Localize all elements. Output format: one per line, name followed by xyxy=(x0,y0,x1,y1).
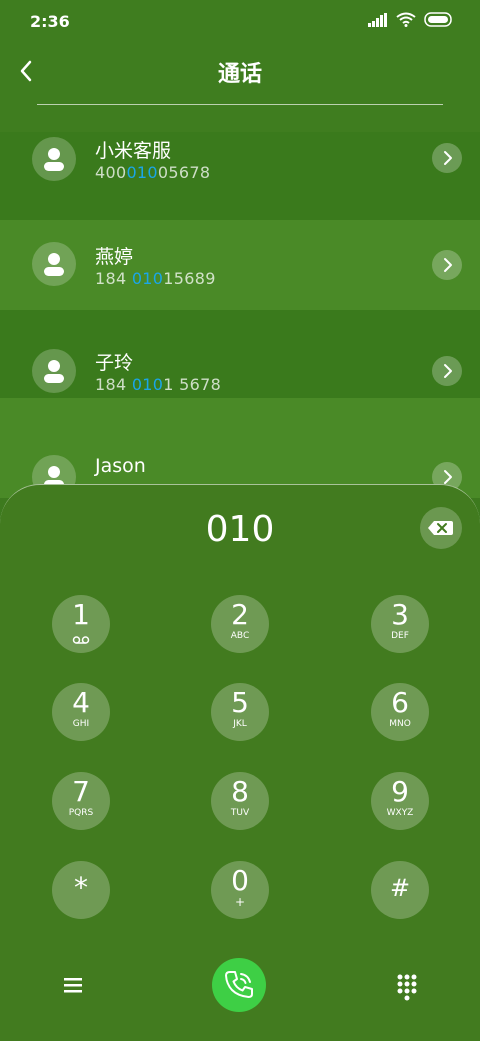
backspace-icon xyxy=(428,521,453,535)
dial-input: 010 xyxy=(205,509,275,550)
key-8[interactable]: 8 TUV xyxy=(211,772,269,830)
contact-row[interactable]: 子玲 184 0101 5678 xyxy=(0,310,480,398)
contact-row[interactable]: 小米客服 40001005678 xyxy=(0,132,480,220)
header: 通话 xyxy=(0,50,480,94)
person-icon xyxy=(44,148,64,171)
status-bar: 2:36 xyxy=(0,0,480,44)
contact-row[interactable]: 燕婷 184 01015689 xyxy=(0,220,480,308)
key-0[interactable]: 0 + xyxy=(211,861,269,919)
person-icon xyxy=(44,360,64,383)
avatar xyxy=(32,349,76,393)
key-5[interactable]: 5 JKL xyxy=(211,683,269,741)
call-button[interactable] xyxy=(212,958,266,1012)
avatar xyxy=(32,242,76,286)
contact-number: 40001005678 xyxy=(95,163,211,182)
avatar xyxy=(32,137,76,181)
chevron-right-icon xyxy=(444,258,452,272)
contact-name: Jason xyxy=(95,455,146,477)
backspace-button[interactable] xyxy=(420,507,462,549)
contact-detail-button[interactable] xyxy=(432,250,462,280)
key-hash[interactable]: # xyxy=(371,861,429,919)
dialpad-icon[interactable] xyxy=(396,973,418,1001)
chevron-right-icon xyxy=(444,151,452,165)
key-4[interactable]: 4 GHI xyxy=(52,683,110,741)
contact-number: 184 0101 5678 xyxy=(95,375,222,394)
contact-detail-button[interactable] xyxy=(432,356,462,386)
key-7[interactable]: 7 PQRS xyxy=(52,772,110,830)
key-2[interactable]: 2 ABC xyxy=(211,595,269,653)
contact-detail-button[interactable] xyxy=(432,143,462,173)
page-title: 通话 xyxy=(217,62,262,87)
voicemail-icon xyxy=(72,636,90,644)
status-time: 2:36 xyxy=(30,12,70,31)
chevron-right-icon xyxy=(444,364,452,378)
contact-name: 燕婷 xyxy=(95,246,134,268)
key-9[interactable]: 9 WXYZ xyxy=(371,772,429,830)
status-icons xyxy=(368,12,454,27)
dialpad-panel: 010 1 2 ABC 3 DEF 4 GHI 5 JKL 6 MNO 7 PQ… xyxy=(0,484,480,1041)
key-3[interactable]: 3 DEF xyxy=(371,595,429,653)
key-1[interactable]: 1 xyxy=(52,595,110,653)
contact-row[interactable]: Jason xyxy=(0,398,480,499)
person-icon xyxy=(44,253,64,276)
phone-icon xyxy=(225,971,253,998)
key-6[interactable]: 6 MNO xyxy=(371,683,429,741)
signal-icon xyxy=(368,12,387,27)
contact-name: 子玲 xyxy=(95,352,134,374)
wifi-icon xyxy=(396,12,416,27)
divider xyxy=(37,104,443,105)
contact-name: 小米客服 xyxy=(95,140,172,162)
battery-icon xyxy=(424,12,452,27)
menu-icon[interactable] xyxy=(62,975,84,995)
contact-number: 184 01015689 xyxy=(95,269,216,288)
key-star[interactable]: * xyxy=(52,861,110,919)
